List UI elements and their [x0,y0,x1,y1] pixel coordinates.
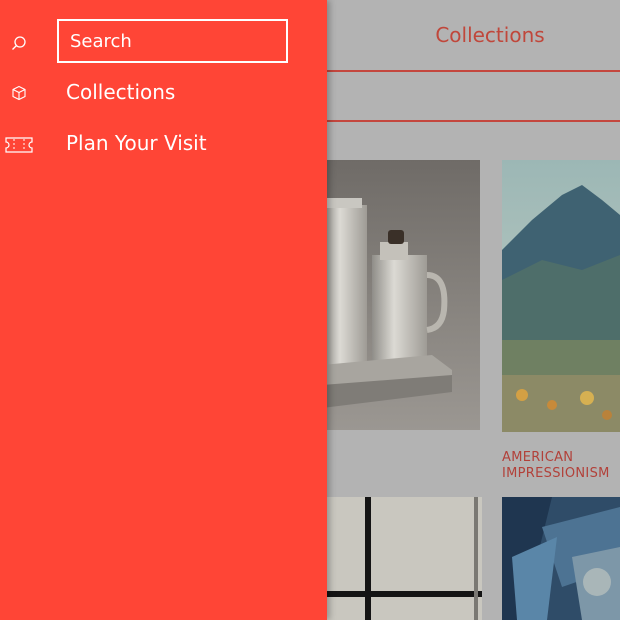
page-title[interactable]: Collections [360,20,620,50]
collection-card-blue-abstract[interactable] [502,497,620,620]
filter-bar-divider [326,120,620,122]
drawer-item-label: Plan Your Visit [66,131,207,155]
search-icon[interactable] [11,35,27,55]
cube-icon [11,85,27,105]
header-divider [326,70,620,72]
landscape-painting-image [502,160,620,432]
collection-card-tea-set[interactable] [322,160,480,430]
collection-card-american-impressionism[interactable]: AMERICAN IMPRESSIONISM [502,160,620,485]
search-input[interactable] [57,19,288,63]
card-caption[interactable]: AMERICAN IMPRESSIONISM [502,450,620,482]
blue-abstract-image [502,497,620,620]
tea-set-image [322,160,480,430]
ticket-icon [4,135,34,159]
drawer-item-collections[interactable]: Collections [0,70,327,114]
drawer-item-plan-your-visit[interactable]: Plan Your Visit [0,121,327,165]
grid-painting-image [322,497,482,620]
collection-card-grid-painting[interactable] [322,497,482,620]
drawer-item-label: Collections [66,80,176,104]
navigation-drawer: Collections Plan Your Visit [0,0,327,620]
